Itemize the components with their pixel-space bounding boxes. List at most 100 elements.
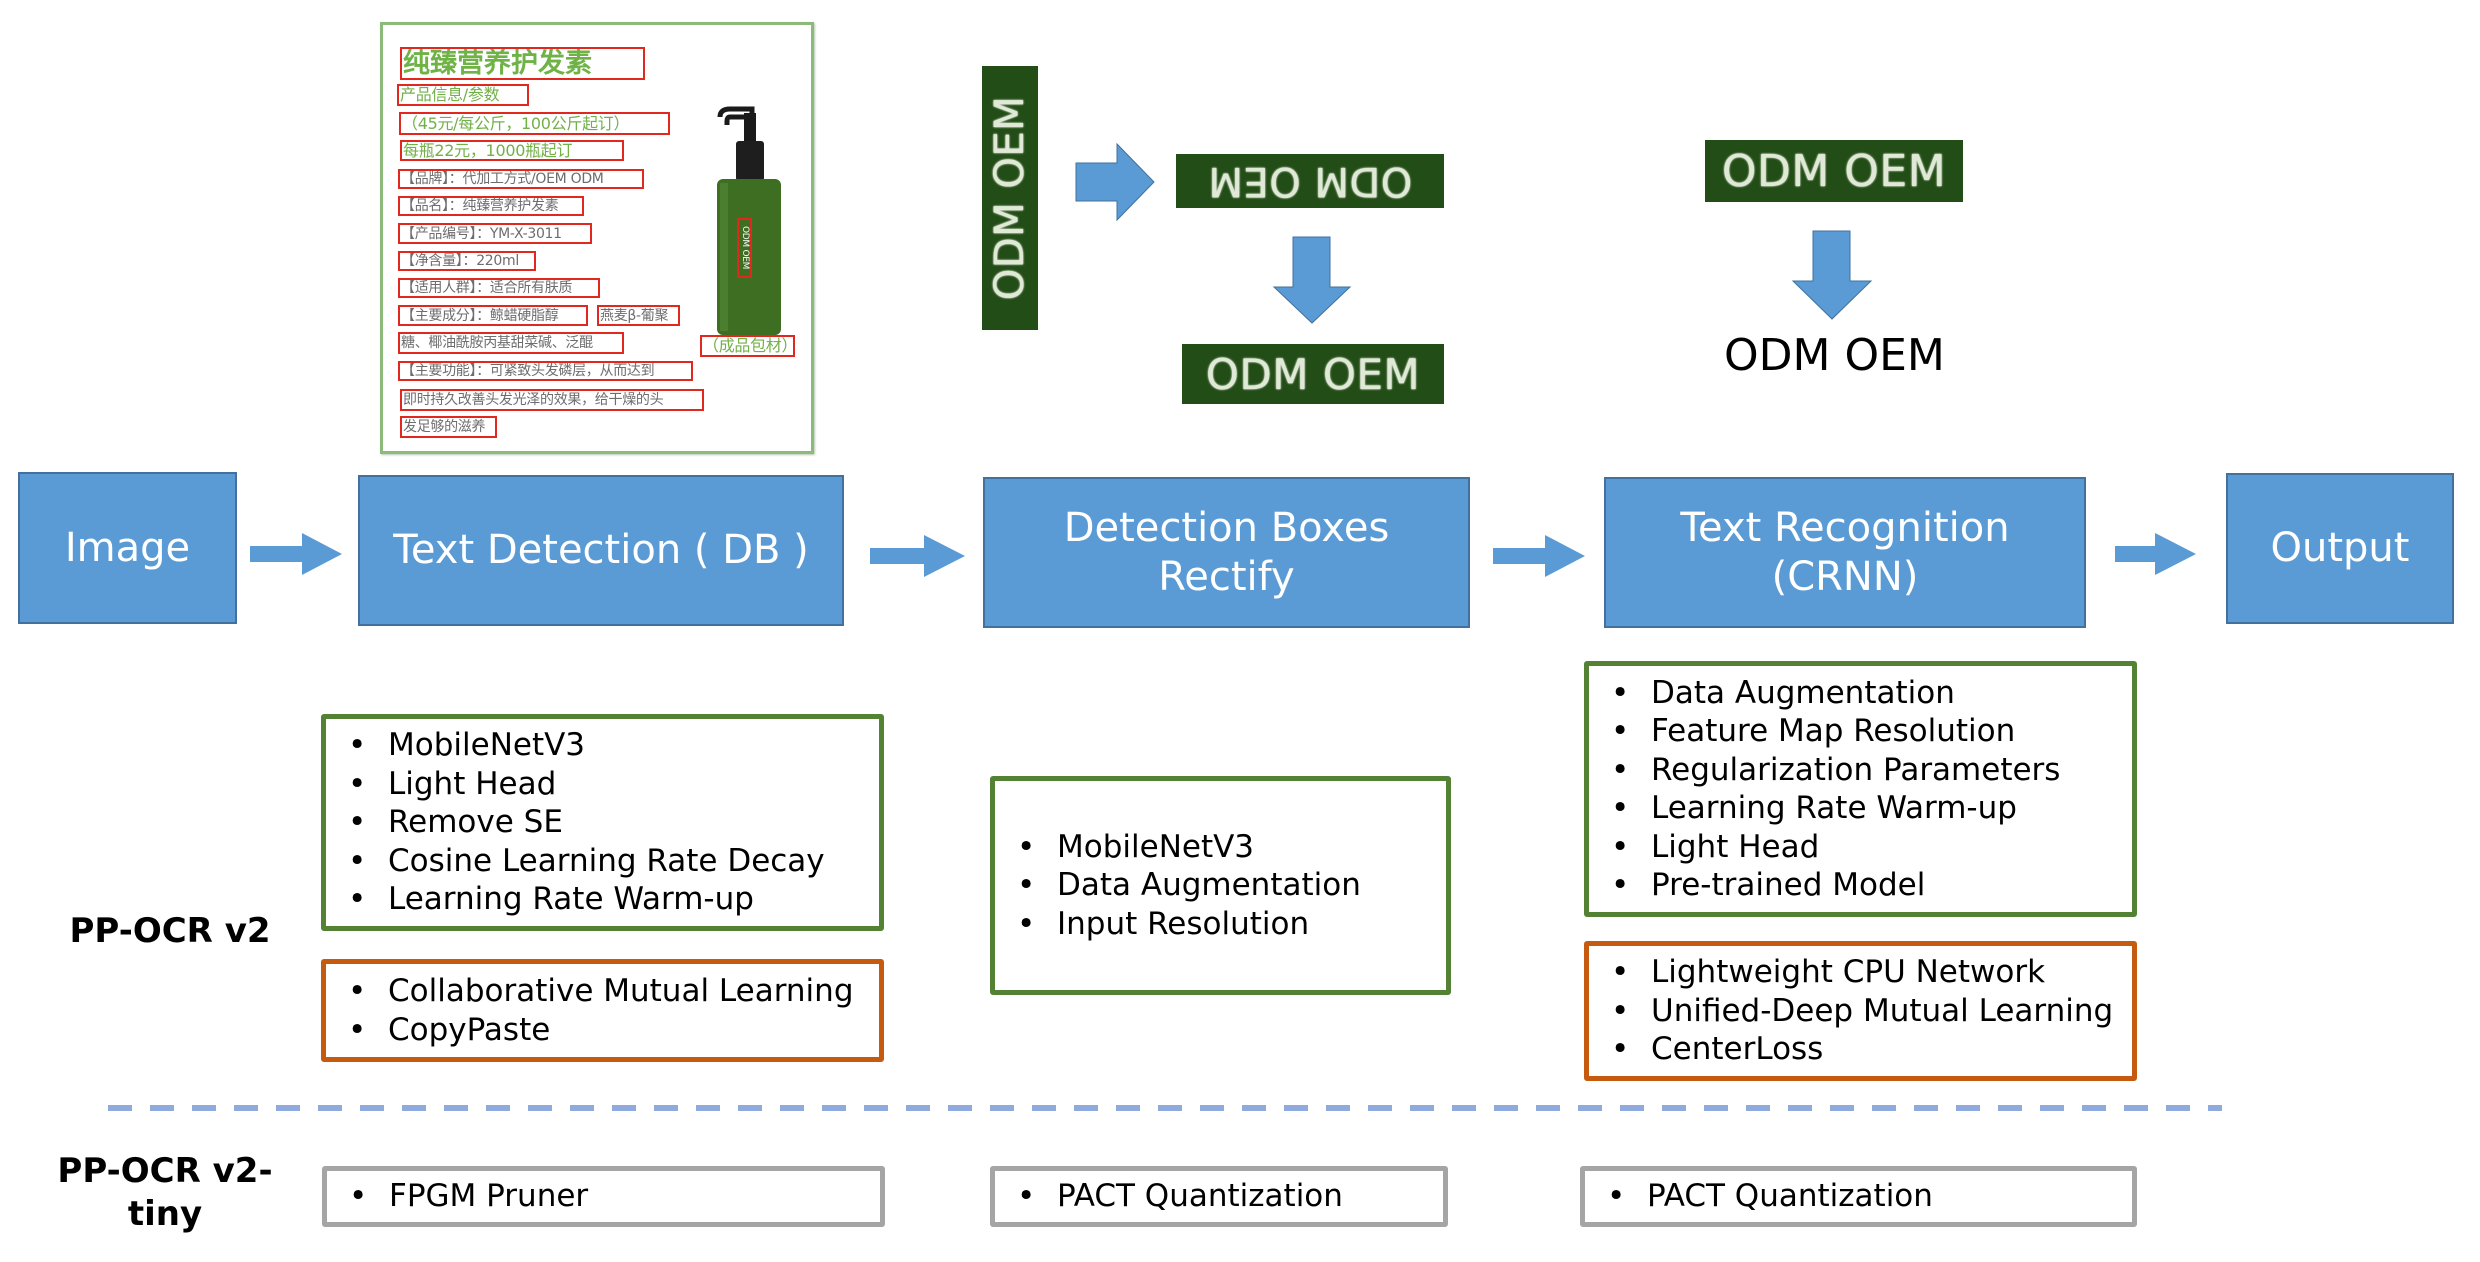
feature-item: • MobileNetV3 xyxy=(1013,828,1446,867)
stage-output: Output xyxy=(2226,473,2454,624)
feature-list: • Lightweight CPU Network • Unified-Deep Mu… xyxy=(1607,953,2132,1069)
feature-item-label: FPGM Pruner xyxy=(389,1178,589,1215)
feature-item-label: Input Resolution xyxy=(1057,905,1310,942)
feature-item: • PACT Quantization xyxy=(1013,1177,1443,1216)
version-label-pp-ocr-v2-tiny: PP-OCR v2- tiny xyxy=(57,1151,273,1234)
feature-item: • CenterLoss xyxy=(1607,1030,2132,1069)
crop-rectified-text: ODM OEM xyxy=(1182,344,1444,404)
feature-item-label: MobileNetV3 xyxy=(1057,828,1255,865)
bullet-icon: • xyxy=(1611,674,1630,711)
bullet-icon: • xyxy=(348,804,367,841)
stage-detection-boxes-rectify-label: Detection Boxes Rectify xyxy=(1063,504,1390,600)
feature-item-label: MobileNetV3 xyxy=(388,727,586,764)
detection-box-line: 燕麦β-葡聚 xyxy=(597,305,680,326)
feature-item: • Regularization Parameters xyxy=(1607,751,2132,790)
bullet-icon: • xyxy=(348,881,367,918)
feature-item-label: Learning Rate Warm-up xyxy=(1651,790,2017,826)
stage-text-recognition-label: Text Recognition (CRNN) xyxy=(1680,504,2010,600)
feature-item-label: PACT Quantization xyxy=(1057,1178,1343,1215)
bullet-icon: • xyxy=(1611,992,1630,1029)
feature-item-label: Light Head xyxy=(1651,828,1820,865)
feature-item: • Pre-trained Model xyxy=(1607,866,2132,905)
feature-box-rectify-tiny: • PACT Quantization xyxy=(990,1166,1448,1227)
crop-recognition-input: ODM OEM xyxy=(1705,140,1963,202)
arrow-right-icon xyxy=(1075,142,1155,222)
bullet-icon: • xyxy=(1017,828,1036,865)
bottle-cap xyxy=(736,141,764,181)
feature-box-detection-tiny: • FPGM Pruner xyxy=(322,1166,885,1227)
detection-box-line: 【净含量】：220ml xyxy=(398,251,536,271)
feature-item: • Remove SE xyxy=(344,803,879,842)
feature-item-label: Cosine Learning Rate Decay xyxy=(388,842,825,879)
feature-item: • FPGM Pruner xyxy=(345,1177,880,1216)
stage-text-detection: Text Detection ( DB ) xyxy=(358,475,844,626)
feature-item: • Lightweight CPU Network xyxy=(1607,953,2132,992)
detection-box-line: 发足够的滋养 xyxy=(400,416,497,438)
bullet-icon: • xyxy=(349,1178,368,1215)
feature-item-label: Regularization Parameters xyxy=(1651,751,2061,788)
bullet-icon: • xyxy=(1611,713,1630,749)
bullet-icon: • xyxy=(1611,751,1630,788)
stage-output-label: Output xyxy=(2270,525,2410,572)
stage-image: Image xyxy=(18,472,237,624)
bullet-icon: • xyxy=(1611,954,1630,991)
feature-item-label: CenterLoss xyxy=(1651,1031,1824,1068)
detection-box-line: 即时持久改善头发光泽的效果，给干燥的头 xyxy=(400,389,704,411)
crop-recognition-input-label: ODM OEM xyxy=(1721,145,1947,197)
bullet-icon: • xyxy=(1611,790,1630,826)
feature-item-label: Collaborative Mutual Learning xyxy=(388,973,854,1009)
feature-item-label: Data Augmentation xyxy=(1651,674,1955,711)
detection-box-line: 【适用人群】：适合所有肤质 xyxy=(398,278,600,298)
feature-item: • MobileNetV3 xyxy=(344,726,879,765)
feature-item: • Feature Map Resolution xyxy=(1607,712,2132,751)
feature-item-label: Pre-trained Model xyxy=(1651,867,1926,903)
feature-list: • PACT Quantization xyxy=(1013,1177,1443,1216)
feature-item: • Data Augmentation xyxy=(1607,674,2132,713)
bullet-icon: • xyxy=(1611,867,1630,903)
detection-box-line: 【品牌】：代加工方式/OEM ODM xyxy=(398,169,644,189)
bottle-label-detection-box: ODM OEM xyxy=(737,218,752,278)
feature-item: • Learning Rate Warm-up xyxy=(1607,789,2132,828)
detection-box-line: 产品信息/参数 xyxy=(397,84,529,106)
feature-item: • PACT Quantization xyxy=(1603,1177,2132,1216)
detection-box-caption: （成品包材） xyxy=(700,335,795,357)
feature-item-label: Remove SE xyxy=(388,804,563,841)
feature-list: • MobileNetV3 • Data Augmentation • Input Res… xyxy=(1013,828,1446,944)
feature-item: • Light Head xyxy=(344,765,879,804)
detection-box-line: 【产品编号】：YM-X-3011 xyxy=(398,223,592,244)
feature-box-rectify-v2: • MobileNetV3 • Data Augmentation • Input Res… xyxy=(990,776,1451,995)
feature-box-recognition-tiny: • PACT Quantization xyxy=(1580,1166,2137,1227)
detection-box-line: 【主要功能】：可紧致头发磷层，从而达到 xyxy=(398,361,693,381)
bullet-icon: • xyxy=(348,765,367,802)
feature-item: • Unified-Deep Mutual Learning xyxy=(1607,992,2132,1031)
bullet-icon: • xyxy=(348,1011,367,1048)
bullet-icon: • xyxy=(348,973,367,1009)
bullet-icon: • xyxy=(1611,828,1630,865)
feature-item-label: Light Head xyxy=(388,765,557,802)
bullet-icon: • xyxy=(1607,1178,1626,1215)
feature-item-label: Data Augmentation xyxy=(1057,867,1361,904)
feature-item-label: Feature Map Resolution xyxy=(1651,713,2016,749)
feature-item: • Input Resolution xyxy=(1013,905,1446,944)
crop-rectified-text-label: ODM OEM xyxy=(1205,349,1421,399)
version-separator-dashed-line xyxy=(108,1105,2222,1111)
stage-text-recognition: Text Recognition (CRNN) xyxy=(1604,477,2086,628)
feature-item: • Cosine Learning Rate Decay xyxy=(344,842,879,881)
bullet-icon: • xyxy=(1017,905,1036,942)
feature-item: • Collaborative Mutual Learning xyxy=(344,972,879,1011)
feature-box-recognition-v2: • Data Augmentation • Feature Map Resolutio… xyxy=(1584,661,2137,917)
bullet-icon: • xyxy=(348,842,367,879)
feature-list: • FPGM Pruner xyxy=(345,1177,880,1216)
feature-box-detection-v2: • MobileNetV3 • Light Head • Remove SE • Cosine… xyxy=(321,714,884,931)
arrow-down-icon xyxy=(1272,236,1352,324)
feature-item: • Learning Rate Warm-up xyxy=(344,880,879,919)
detection-box-line: （45元/每公斤，100公斤起订） xyxy=(399,112,670,135)
crop-vertical-text-label: ODM OEM xyxy=(987,95,1033,301)
arrow-right-icon xyxy=(1493,535,1585,577)
feature-item: • Data Augmentation xyxy=(1013,866,1446,905)
feature-item-label: Learning Rate Warm-up xyxy=(388,881,754,918)
crop-vertical-text: ODM OEM xyxy=(982,66,1038,330)
bottle-highlight xyxy=(720,183,728,331)
version-label-pp-ocr-v2: PP-OCR v2 xyxy=(69,911,271,951)
stage-text-detection-label: Text Detection ( DB ) xyxy=(393,527,809,574)
